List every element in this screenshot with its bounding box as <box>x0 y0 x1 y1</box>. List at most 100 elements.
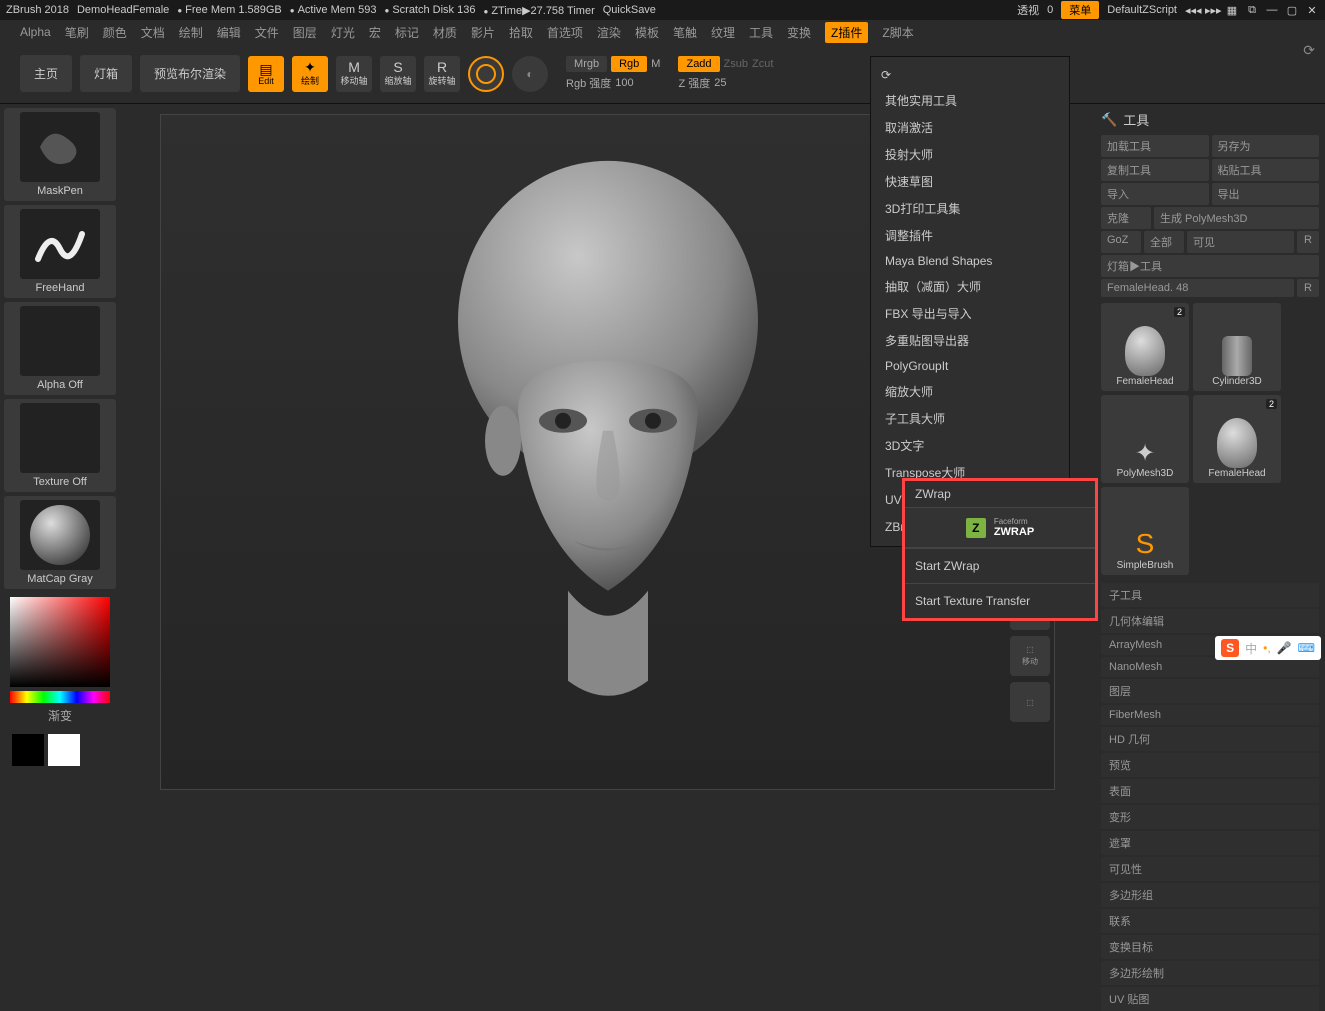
mrgb-button[interactable]: Mrgb <box>566 56 607 72</box>
zsub-button[interactable]: Zsub <box>724 58 748 70</box>
plugin-item[interactable]: 调整插件 <box>871 222 1069 249</box>
copy-tool-button[interactable]: 复制工具 <box>1101 159 1209 181</box>
material-thumbnail[interactable]: MatCap Gray <box>4 496 116 589</box>
lightbox-tools-button[interactable]: 灯箱▶工具 <box>1101 255 1319 277</box>
home-button[interactable]: 主页 <box>20 55 72 92</box>
menu-item-渲染[interactable]: 渲染 <box>597 24 621 41</box>
minimize-icon[interactable]: — <box>1265 4 1279 17</box>
plugin-item[interactable]: 取消激活 <box>871 114 1069 141</box>
subtool-item[interactable]: 2FemaleHead <box>1193 395 1281 483</box>
menu-item-绘制[interactable]: 绘制 <box>179 24 203 41</box>
start-texture-transfer-button[interactable]: Start Texture Transfer <box>905 583 1095 618</box>
menu-item-文档[interactable]: 文档 <box>141 24 165 41</box>
hue-slider[interactable] <box>10 691 110 703</box>
menu-item-首选项[interactable]: 首选项 <box>547 24 583 41</box>
menu-item-图层[interactable]: 图层 <box>293 24 317 41</box>
menu-item-工具[interactable]: 工具 <box>749 24 773 41</box>
accordion-item[interactable]: 变形 <box>1101 805 1319 829</box>
m-button[interactable]: M <box>651 58 660 70</box>
subtool-item[interactable]: SSimpleBrush <box>1101 487 1189 575</box>
plugin-item[interactable]: 投射大师 <box>871 141 1069 168</box>
accordion-item[interactable]: 可见性 <box>1101 857 1319 881</box>
menu-item-拾取[interactable]: 拾取 <box>509 24 533 41</box>
layout2-icon[interactable]: ⧉ <box>1245 4 1259 17</box>
subtool-item[interactable]: ✦PolyMesh3D <box>1101 395 1189 483</box>
menu-item-编辑[interactable]: 编辑 <box>217 24 241 41</box>
menu-item-纹理[interactable]: 纹理 <box>711 24 735 41</box>
current-tool-name[interactable]: FemaleHead. 48 <box>1101 279 1294 297</box>
accordion-item[interactable]: 图层 <box>1101 679 1319 703</box>
menu-item-变换[interactable]: 变换 <box>787 24 811 41</box>
zcut-button[interactable]: Zcut <box>752 58 773 70</box>
goz-r-button[interactable]: R <box>1297 231 1319 253</box>
move-gizmo-button[interactable]: M移动轴 <box>336 56 372 92</box>
accordion-item[interactable]: 多边形绘制 <box>1101 961 1319 985</box>
plugin-item[interactable]: 3D文字 <box>871 432 1069 459</box>
subtool-item[interactable]: 2FemaleHead <box>1101 303 1189 391</box>
menu-item-灯光[interactable]: 灯光 <box>331 24 355 41</box>
menu-item-笔触[interactable]: 笔触 <box>673 24 697 41</box>
stroke-thumbnail[interactable]: FreeHand <box>4 205 116 298</box>
nav-prev-icon[interactable]: ◂◂◂ <box>1185 4 1199 17</box>
rotate-gizmo-button[interactable]: R旋转轴 <box>424 56 460 92</box>
viewport-icon-icon12[interactable]: ⬚ <box>1010 682 1050 722</box>
plugin-item[interactable]: 3D打印工具集 <box>871 195 1069 222</box>
clone-button[interactable]: 克隆 <box>1101 207 1151 229</box>
paste-tool-button[interactable]: 粘贴工具 <box>1212 159 1320 181</box>
goz-all-button[interactable]: 全部 <box>1144 231 1184 253</box>
start-zwrap-button[interactable]: Start ZWrap <box>905 548 1095 583</box>
nav-next-icon[interactable]: ▸▸▸ <box>1205 4 1219 17</box>
accordion-item[interactable]: NanoMesh <box>1101 657 1319 677</box>
maximize-icon[interactable]: ▢ <box>1285 4 1299 17</box>
preview-button[interactable]: 预览布尔渲染 <box>140 55 240 92</box>
plugin-item[interactable]: FBX 导出与导入 <box>871 300 1069 327</box>
mic-icon[interactable]: 🎤 <box>1277 641 1292 655</box>
keyboard-icon[interactable]: ⌨ <box>1298 641 1315 655</box>
subtool-item[interactable]: Cylinder3D <box>1193 303 1281 391</box>
menu-item-颜色[interactable]: 颜色 <box>103 24 127 41</box>
draw-mode-button[interactable]: ✦绘制 <box>292 56 328 92</box>
plugin-item[interactable]: 其他实用工具 <box>871 87 1069 114</box>
plugin-item[interactable]: 多重贴图导出器 <box>871 327 1069 354</box>
layout-icon[interactable]: ▦ <box>1225 4 1239 17</box>
accordion-item[interactable]: 遮罩 <box>1101 831 1319 855</box>
accordion-item[interactable]: 子工具 <box>1101 583 1319 607</box>
edit-mode-button[interactable]: ▤Edit <box>248 56 284 92</box>
saveas-button[interactable]: 另存为 <box>1212 135 1320 157</box>
focal-shift-indicator[interactable]: ◐ <box>512 56 548 92</box>
import-button[interactable]: 导入 <box>1101 183 1209 205</box>
accordion-item[interactable]: 预览 <box>1101 753 1319 777</box>
accordion-item[interactable]: HD 几何 <box>1101 727 1319 751</box>
menu-item-Z脚本[interactable]: Z脚本 <box>882 24 913 41</box>
swatch-black[interactable] <box>12 734 44 766</box>
menu-item-标记[interactable]: 标记 <box>395 24 419 41</box>
quicksave-button[interactable]: QuickSave <box>603 4 656 16</box>
brush-thumbnail[interactable]: MaskPen <box>4 108 116 201</box>
lightbox-button[interactable]: 灯箱 <box>80 55 132 92</box>
brush-size-indicator[interactable] <box>468 56 504 92</box>
viewport-icon-移动[interactable]: ⬚移动 <box>1010 636 1050 676</box>
menu-item-文件[interactable]: 文件 <box>255 24 279 41</box>
accordion-item[interactable]: UV 贴图 <box>1101 987 1319 1011</box>
zwrap-header[interactable]: ZWrap <box>905 481 1095 508</box>
make-polymesh-button[interactable]: 生成 PolyMesh3D <box>1154 207 1319 229</box>
accordion-item[interactable]: 多边形组 <box>1101 883 1319 907</box>
zscript-label[interactable]: DefaultZScript <box>1107 4 1177 16</box>
plugin-item[interactable]: 子工具大师 <box>871 405 1069 432</box>
goz-visible-button[interactable]: 可见 <box>1187 231 1294 253</box>
menu-button[interactable]: 菜单 <box>1061 1 1099 19</box>
menu-item-材质[interactable]: 材质 <box>433 24 457 41</box>
accordion-item[interactable]: 表面 <box>1101 779 1319 803</box>
menu-item-笔刷[interactable]: 笔刷 <box>65 24 89 41</box>
plugin-item[interactable]: Maya Blend Shapes <box>871 249 1069 273</box>
menu-item-模板[interactable]: 模板 <box>635 24 659 41</box>
color-picker[interactable] <box>4 593 116 703</box>
close-icon[interactable]: ✕ <box>1305 4 1319 17</box>
load-tool-button[interactable]: 加载工具 <box>1101 135 1209 157</box>
menu-item-影片[interactable]: 影片 <box>471 24 495 41</box>
rgb-intensity-value[interactable]: 100 <box>615 77 633 89</box>
menu-item-Z插件[interactable]: Z插件 <box>825 22 868 43</box>
texture-thumbnail[interactable]: Texture Off <box>4 399 116 492</box>
export-button[interactable]: 导出 <box>1212 183 1320 205</box>
history-icon[interactable]: ⟳ <box>871 63 1069 87</box>
